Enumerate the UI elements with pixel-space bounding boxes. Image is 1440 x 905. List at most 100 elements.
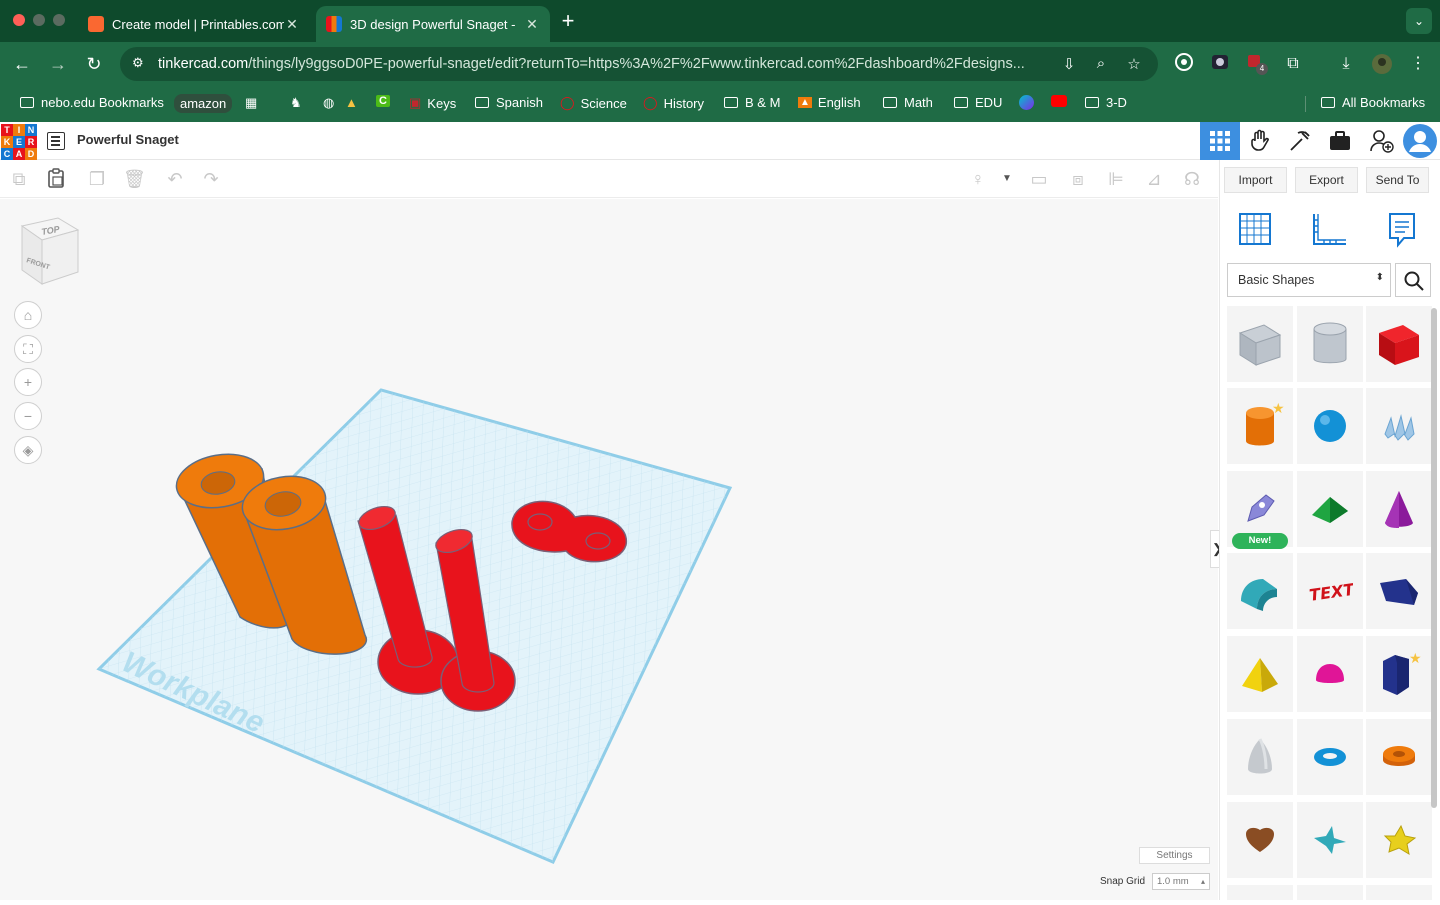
heart-shape[interactable] [1227, 802, 1293, 878]
install-app-icon[interactable]: ⇩ [1060, 55, 1078, 73]
half-cylinder-shape[interactable] [1227, 553, 1293, 629]
bookmark-history[interactable]: ◯ History [643, 95, 704, 111]
bookmark-star-icon[interactable]: ☆ [1125, 55, 1143, 73]
bookmark-canva-icon[interactable] [1019, 95, 1034, 110]
perspective-icon[interactable]: ◈ [14, 436, 42, 464]
box-hole-shape[interactable] [1227, 306, 1293, 382]
shape-tile-partial[interactable] [1297, 885, 1363, 900]
shape-tile-partial[interactable] [1366, 885, 1432, 900]
text-shape[interactable]: TEXT [1297, 553, 1363, 629]
design-menu-icon[interactable] [47, 132, 65, 150]
profile-avatar[interactable] [1371, 53, 1393, 75]
view-cube[interactable]: TOP FRONT [18, 214, 80, 286]
bookmark-youtube-icon[interactable] [1051, 95, 1067, 107]
star-shape[interactable] [1297, 802, 1363, 878]
forward-button[interactable]: → [46, 52, 70, 76]
notes-dropdown-icon[interactable]: ▼ [996, 168, 1018, 190]
shape-library-select[interactable]: Basic Shapes ⬍ [1227, 263, 1391, 297]
send-to-button[interactable]: Send To [1366, 167, 1429, 193]
bookmark-science[interactable]: ◯ Science [560, 95, 627, 111]
light-bulb-icon[interactable]: ♀ [967, 168, 989, 190]
extensions-puzzle-icon[interactable]: ⧉ [1282, 53, 1304, 75]
shapes-scrollbar[interactable] [1431, 308, 1437, 808]
address-bar[interactable]: ⚙ tinkercad.com/things/ly9ggsoD0PE-power… [120, 47, 1158, 81]
import-button[interactable]: Import [1224, 167, 1287, 193]
sphere-shape[interactable] [1297, 388, 1363, 464]
bricks-button[interactable] [1280, 122, 1320, 160]
undo-icon[interactable]: ↶ [164, 168, 186, 190]
mirror-icon[interactable]: ⊿ [1143, 168, 1165, 190]
snap-grid-select[interactable]: 1.0 mm ▴ [1152, 873, 1210, 890]
zoom-in-icon[interactable]: + [14, 368, 42, 396]
roof-shape[interactable] [1297, 471, 1363, 547]
extension-badge-icon[interactable]: 4 [1245, 53, 1268, 75]
ungroup-icon[interactable]: ⧈ [1067, 168, 1089, 190]
bookmark-icon-1[interactable]: ♞ [290, 95, 302, 111]
group-icon[interactable]: ▭ [1028, 168, 1050, 190]
export-button[interactable]: Export [1295, 167, 1358, 193]
reload-button[interactable]: ↻ [82, 52, 106, 76]
minimize-window-button[interactable] [33, 14, 45, 26]
cruise-icon[interactable]: ☊ [1181, 168, 1203, 190]
box-shape[interactable] [1366, 306, 1432, 382]
invite-user-button[interactable] [1362, 122, 1402, 160]
bookmark-keys[interactable]: ▣ Keys [409, 95, 456, 111]
cylinder-shape[interactable]: ★ [1227, 388, 1293, 464]
bookmark-math[interactable]: Math [883, 95, 933, 110]
scribble-shape[interactable] [1366, 388, 1432, 464]
tab-search-button[interactable]: ⌄ [1406, 8, 1432, 34]
search-shapes-button[interactable] [1395, 263, 1431, 297]
zoom-out-icon[interactable]: − [14, 402, 42, 430]
bookmark-spanish[interactable]: Spanish [475, 95, 543, 110]
new-tab-button[interactable]: + [558, 8, 578, 34]
maximize-window-button[interactable] [53, 14, 65, 26]
polygon-shape[interactable] [1366, 553, 1432, 629]
download-icon[interactable]: ⤓ [1335, 53, 1357, 75]
paste-icon[interactable] [45, 168, 67, 190]
gem-star-shape[interactable] [1366, 802, 1432, 878]
redo-icon[interactable]: ↷ [200, 168, 222, 190]
align-icon[interactable]: ⊫ [1105, 168, 1127, 190]
half-sphere-shape[interactable] [1297, 636, 1363, 712]
user-avatar-button[interactable] [1400, 122, 1440, 160]
zoom-icon[interactable]: ⌕ [1092, 55, 1110, 73]
close-window-button[interactable] [13, 14, 25, 26]
bookmark-c-icon[interactable]: C [376, 95, 390, 107]
duplicate-icon[interactable]: ❐ [86, 168, 108, 190]
workplane-scene[interactable]: Workplane [0, 199, 1218, 900]
3d-viewport[interactable]: Workplane [0, 199, 1218, 900]
delete-icon[interactable]: 🗑 [123, 168, 146, 190]
bookmark-b-and-m[interactable]: B & M [724, 95, 780, 110]
cylinder-hole-shape[interactable] [1297, 306, 1363, 382]
workplane-tool-icon[interactable] [1236, 210, 1276, 250]
torus-shape[interactable] [1297, 719, 1363, 795]
ruler-tool-icon[interactable] [1310, 210, 1350, 250]
copy-icon[interactable]: ⧉ [8, 168, 30, 190]
pyramid-shape[interactable] [1227, 636, 1293, 712]
grammarly-icon[interactable] [1173, 53, 1195, 75]
cone-shape[interactable] [1366, 471, 1432, 547]
bookmark-english[interactable]: ▲ English [798, 95, 861, 110]
tab-printables[interactable]: Create model | Printables.com ✕ [78, 6, 310, 42]
bookmark-all[interactable]: All Bookmarks [1321, 95, 1425, 110]
browser-menu-icon[interactable]: ⋮ [1407, 53, 1429, 75]
tinkercad-logo[interactable]: T I N K E R C A D [1, 124, 37, 160]
design-title[interactable]: Powerful Snaget [77, 132, 179, 147]
notes-tool-icon[interactable] [1382, 210, 1422, 250]
tube-shape[interactable] [1366, 719, 1432, 795]
bookmark-globe-icon[interactable]: ◍ [323, 95, 334, 111]
3d-design-view-button[interactable] [1200, 122, 1240, 160]
fit-view-icon[interactable]: ⛶ [14, 335, 42, 363]
bookmark-3d[interactable]: 3-D [1085, 95, 1127, 110]
paraboloid-shape[interactable] [1227, 719, 1293, 795]
screen-recorder-icon[interactable] [1209, 53, 1231, 75]
back-button[interactable]: ← [10, 52, 34, 76]
blocks-button[interactable] [1240, 122, 1280, 160]
bookmark-amazon[interactable]: amazon [174, 94, 233, 113]
bookmark-nebo[interactable]: nebo.edu Bookmarks [20, 95, 164, 110]
apps-grid-icon[interactable]: ▦ [245, 95, 257, 111]
close-tab-icon[interactable]: ✕ [284, 16, 300, 33]
shape-tile-partial[interactable] [1227, 885, 1293, 900]
home-view-icon[interactable]: ⌂ [14, 301, 42, 329]
bookmark-edu[interactable]: EDU [954, 95, 1002, 110]
